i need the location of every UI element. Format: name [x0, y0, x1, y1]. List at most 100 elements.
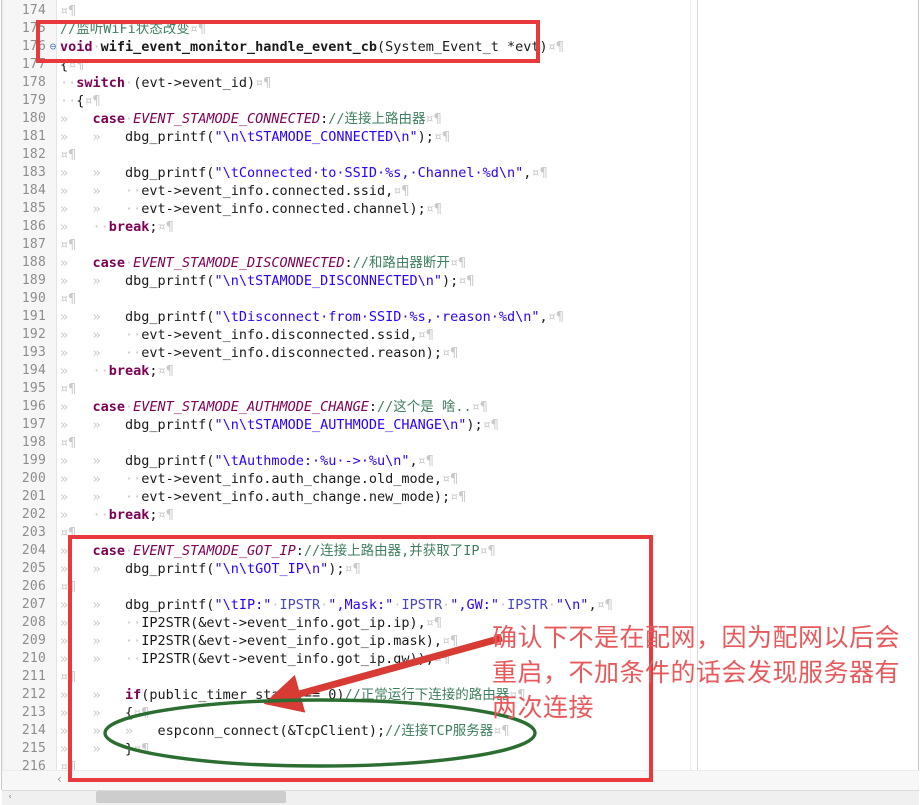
scroll-left-arrow-icon[interactable]: ‹ — [4, 791, 16, 803]
code-line[interactable]: 177 {¤¶ — [2, 56, 917, 74]
code-line[interactable]: 181 » » dbg_printf("\n\tSTAMODE_CONNECTED… — [2, 128, 917, 146]
code-line-text[interactable]: ··switch·(evt->event_id)¤¶ — [60, 74, 271, 92]
code-line[interactable]: 186 » ··break;¤¶ — [2, 218, 917, 236]
code-line[interactable]: 203 ¤¶ — [2, 524, 917, 542]
code-line-text[interactable]: » » dbg_printf("\n\tSTAMODE_CONNECTED\n"… — [60, 128, 450, 146]
code-token-tab: » — [60, 363, 93, 379]
code-line-text[interactable]: ¤¶ — [60, 380, 76, 398]
code-line[interactable]: 175 //监听WiFi状态改变¤¶ — [2, 20, 917, 38]
code-line[interactable]: 202 » ··break;¤¶ — [2, 506, 917, 524]
code-token-str: ",GW:" — [450, 597, 499, 613]
code-line[interactable]: 200 » » ··evt->event_info.auth_change.old… — [2, 470, 917, 488]
code-line-text[interactable]: » » ··evt->event_info.auth_change.old_mo… — [60, 470, 458, 488]
code-line[interactable]: 215 » » }¤¶ — [2, 740, 917, 758]
code-line-text[interactable]: ¤¶ — [60, 146, 76, 164]
code-line[interactable]: 183 » » dbg_printf("\tConnected·to·SSID·%… — [2, 164, 917, 182]
code-line[interactable]: 197 » » dbg_printf("\n\tSTAMODE_AUTHMODE_… — [2, 416, 917, 434]
code-line[interactable]: 201 » » ··evt->event_info.auth_change.new… — [2, 488, 917, 506]
code-line-text[interactable]: //监听WiFi状态改变¤¶ — [60, 20, 206, 38]
code-line-text[interactable]: » » ··evt->event_info.connected.ssid,¤¶ — [60, 182, 410, 200]
code-token-ws: ·· — [125, 201, 142, 217]
code-line-text[interactable]: ¤¶ — [60, 578, 76, 596]
code-line-text[interactable]: » » ··evt->event_info.disconnected.reaso… — [60, 344, 458, 362]
code-line-text[interactable]: ¤¶ — [60, 524, 76, 542]
code-line-text[interactable]: » ··break;¤¶ — [60, 506, 174, 524]
code-fold-toggle-icon[interactable]: ⊖ — [48, 38, 58, 56]
code-line[interactable]: 196 » case·EVENT_STAMODE_AUTHMODE_CHANGE:… — [2, 398, 917, 416]
code-line-text[interactable]: » » dbg_printf("\n\tGOT_IP\n");¤¶ — [60, 560, 361, 578]
code-line[interactable]: 176 ⊖ void·wifi_event_monitor_handle_event… — [2, 38, 917, 56]
code-line-text[interactable]: » » }¤¶ — [60, 740, 149, 758]
code-token-ws: ¤¶ — [189, 21, 207, 37]
code-line[interactable]: 182 ¤¶ — [2, 146, 917, 164]
code-line-text[interactable]: ¤¶ — [60, 290, 76, 308]
code-line-text[interactable]: » ··break;¤¶ — [60, 218, 174, 236]
code-line-text[interactable]: » » dbg_printf("\n\tSTAMODE_DISCONNECTED… — [60, 272, 475, 290]
code-line-text[interactable]: » » ··evt->event_info.auth_change.new_mo… — [60, 488, 466, 506]
code-line[interactable]: 199 » » dbg_printf("\tAuthmode:·%u·->·%u\… — [2, 452, 917, 470]
code-token-kw: switch — [76, 75, 126, 91]
code-token-tab: » — [60, 507, 93, 523]
code-token-ws: · — [125, 111, 134, 127]
code-line[interactable]: 189 » » dbg_printf("\n\tSTAMODE_DISCONNEC… — [2, 272, 917, 290]
code-line[interactable]: 180 » case·EVENT_STAMODE_CONNECTED://连接上路… — [2, 110, 917, 128]
code-line-text[interactable]: » » ··IP2STR(&evt->event_info.got_ip.mas… — [60, 632, 458, 650]
code-line-text[interactable]: » » {¤¶ — [60, 704, 149, 722]
code-line-text[interactable]: {¤¶ — [60, 56, 84, 74]
code-line-text[interactable]: » » ··IP2STR(&evt->event_info.got_ip.ip)… — [60, 614, 442, 632]
code-line[interactable]: 198 ¤¶ — [2, 434, 917, 452]
code-line-text[interactable]: ¤¶ — [60, 236, 76, 254]
code-line-text[interactable]: » » » espconn_connect(&TcpClient);//连接TC… — [60, 722, 510, 740]
horizontal-scrollbar-thumb[interactable] — [96, 791, 286, 803]
line-number: 191 — [21, 309, 46, 324]
code-line-text[interactable]: » ··break;¤¶ — [60, 362, 174, 380]
code-token-ws: ¤¶ — [442, 633, 459, 649]
code-line[interactable]: 184 » » ··evt->event_info.connected.ssid,… — [2, 182, 917, 200]
code-line-text[interactable]: ¤¶ — [60, 668, 76, 686]
code-line[interactable]: 179 ··{¤¶ — [2, 92, 917, 110]
code-line-text[interactable]: » » dbg_printf("\tConnected·to·SSID·%s,·… — [60, 164, 548, 182]
code-token-plain: , — [409, 453, 418, 469]
code-line-text[interactable]: » » dbg_printf("\tAuthmode:·%u·->·%u\n",… — [60, 452, 434, 470]
code-line-text[interactable]: » case·EVENT_STAMODE_AUTHMODE_CHANGE://这… — [60, 398, 488, 416]
code-line[interactable]: 206 ¤¶ — [2, 578, 917, 596]
code-line[interactable]: 178 ··switch·(evt->event_id)¤¶ — [2, 74, 917, 92]
code-token-ws: ·· — [92, 363, 109, 379]
code-line-text[interactable]: ¤¶ — [60, 434, 76, 452]
code-line[interactable]: 204 » case·EVENT_STAMODE_GOT_IP://连接上路由器,… — [2, 542, 917, 560]
code-line[interactable]: 191 » » dbg_printf("\tDisconnect·from·SSI… — [2, 308, 917, 326]
code-line-text[interactable]: » case·EVENT_STAMODE_DISCONNECTED://和路由器… — [60, 254, 466, 272]
code-line[interactable]: 185 » » ··evt->event_info.connected.chann… — [2, 200, 917, 218]
code-line-text[interactable]: » » ··IP2STR(&evt->event_info.got_ip.gw)… — [60, 650, 450, 668]
red-handwritten-note: 确认下不是在配网，因为配网以后会重启，不加条件的话会发现服务器有两次连接 — [492, 623, 901, 722]
code-line-text[interactable]: » » dbg_printf("\tIP:"·IPSTR·",Mask:"·IP… — [60, 596, 613, 614]
code-token-cmt: //连接上路由器 — [328, 111, 426, 127]
code-token-ws: ¤¶ — [68, 57, 85, 73]
code-line[interactable]: 187 ¤¶ — [2, 236, 917, 254]
code-line-text[interactable]: » » dbg_printf("\n\tSTAMODE_AUTHMODE_CHA… — [60, 416, 499, 434]
code-line[interactable]: 195 ¤¶ — [2, 380, 917, 398]
code-line[interactable]: 194 » ··break;¤¶ — [2, 362, 917, 380]
code-line-text[interactable]: » case·EVENT_STAMODE_CONNECTED://连接上路由器¤… — [60, 110, 442, 128]
code-line-text[interactable]: ··{¤¶ — [60, 92, 101, 110]
code-line-text[interactable]: » » dbg_printf("\tDisconnect·from·SSID·%… — [60, 308, 564, 326]
code-line[interactable]: 188 » case·EVENT_STAMODE_DISCONNECTED://和… — [2, 254, 917, 272]
code-token-ws: ¤¶ — [471, 399, 488, 415]
code-line-text[interactable]: » » if(public_timer_state == 0)//正常运行下连接… — [60, 686, 526, 704]
code-line-text[interactable]: » » ··evt->event_info.connected.channel)… — [60, 200, 442, 218]
code-line[interactable]: 193 » » ··evt->event_info.disconnected.re… — [2, 344, 917, 362]
code-line[interactable]: 190 ¤¶ — [2, 290, 917, 308]
code-line-text[interactable]: void·wifi_event_monitor_handle_event_cb(… — [60, 38, 564, 56]
code-line-text[interactable]: » » ··evt->event_info.disconnected.ssid,… — [60, 326, 434, 344]
code-line[interactable]: 192 » » ··evt->event_info.disconnected.ss… — [2, 326, 917, 344]
code-token-ws: ¤¶ — [417, 327, 434, 343]
code-line[interactable]: 174 ¤¶ — [2, 2, 917, 20]
code-line[interactable]: 205 » » dbg_printf("\n\tGOT_IP\n");¤¶ — [2, 560, 917, 578]
code-line[interactable]: 207» » dbg_printf("\tIP:"·IPSTR·",Mask:"… — [2, 596, 917, 614]
code-token-plain: IP2STR(&evt->event_info.got_ip.mask), — [141, 633, 443, 649]
code-token-str: "\n\tGOT_IP\n" — [214, 561, 329, 577]
line-number: 189 — [21, 273, 46, 288]
code-line-text[interactable]: ¤¶ — [60, 2, 76, 20]
code-token-ws: ·· — [125, 345, 142, 361]
code-line-text[interactable]: » case·EVENT_STAMODE_GOT_IP://连接上路由器,并获取… — [60, 542, 496, 560]
